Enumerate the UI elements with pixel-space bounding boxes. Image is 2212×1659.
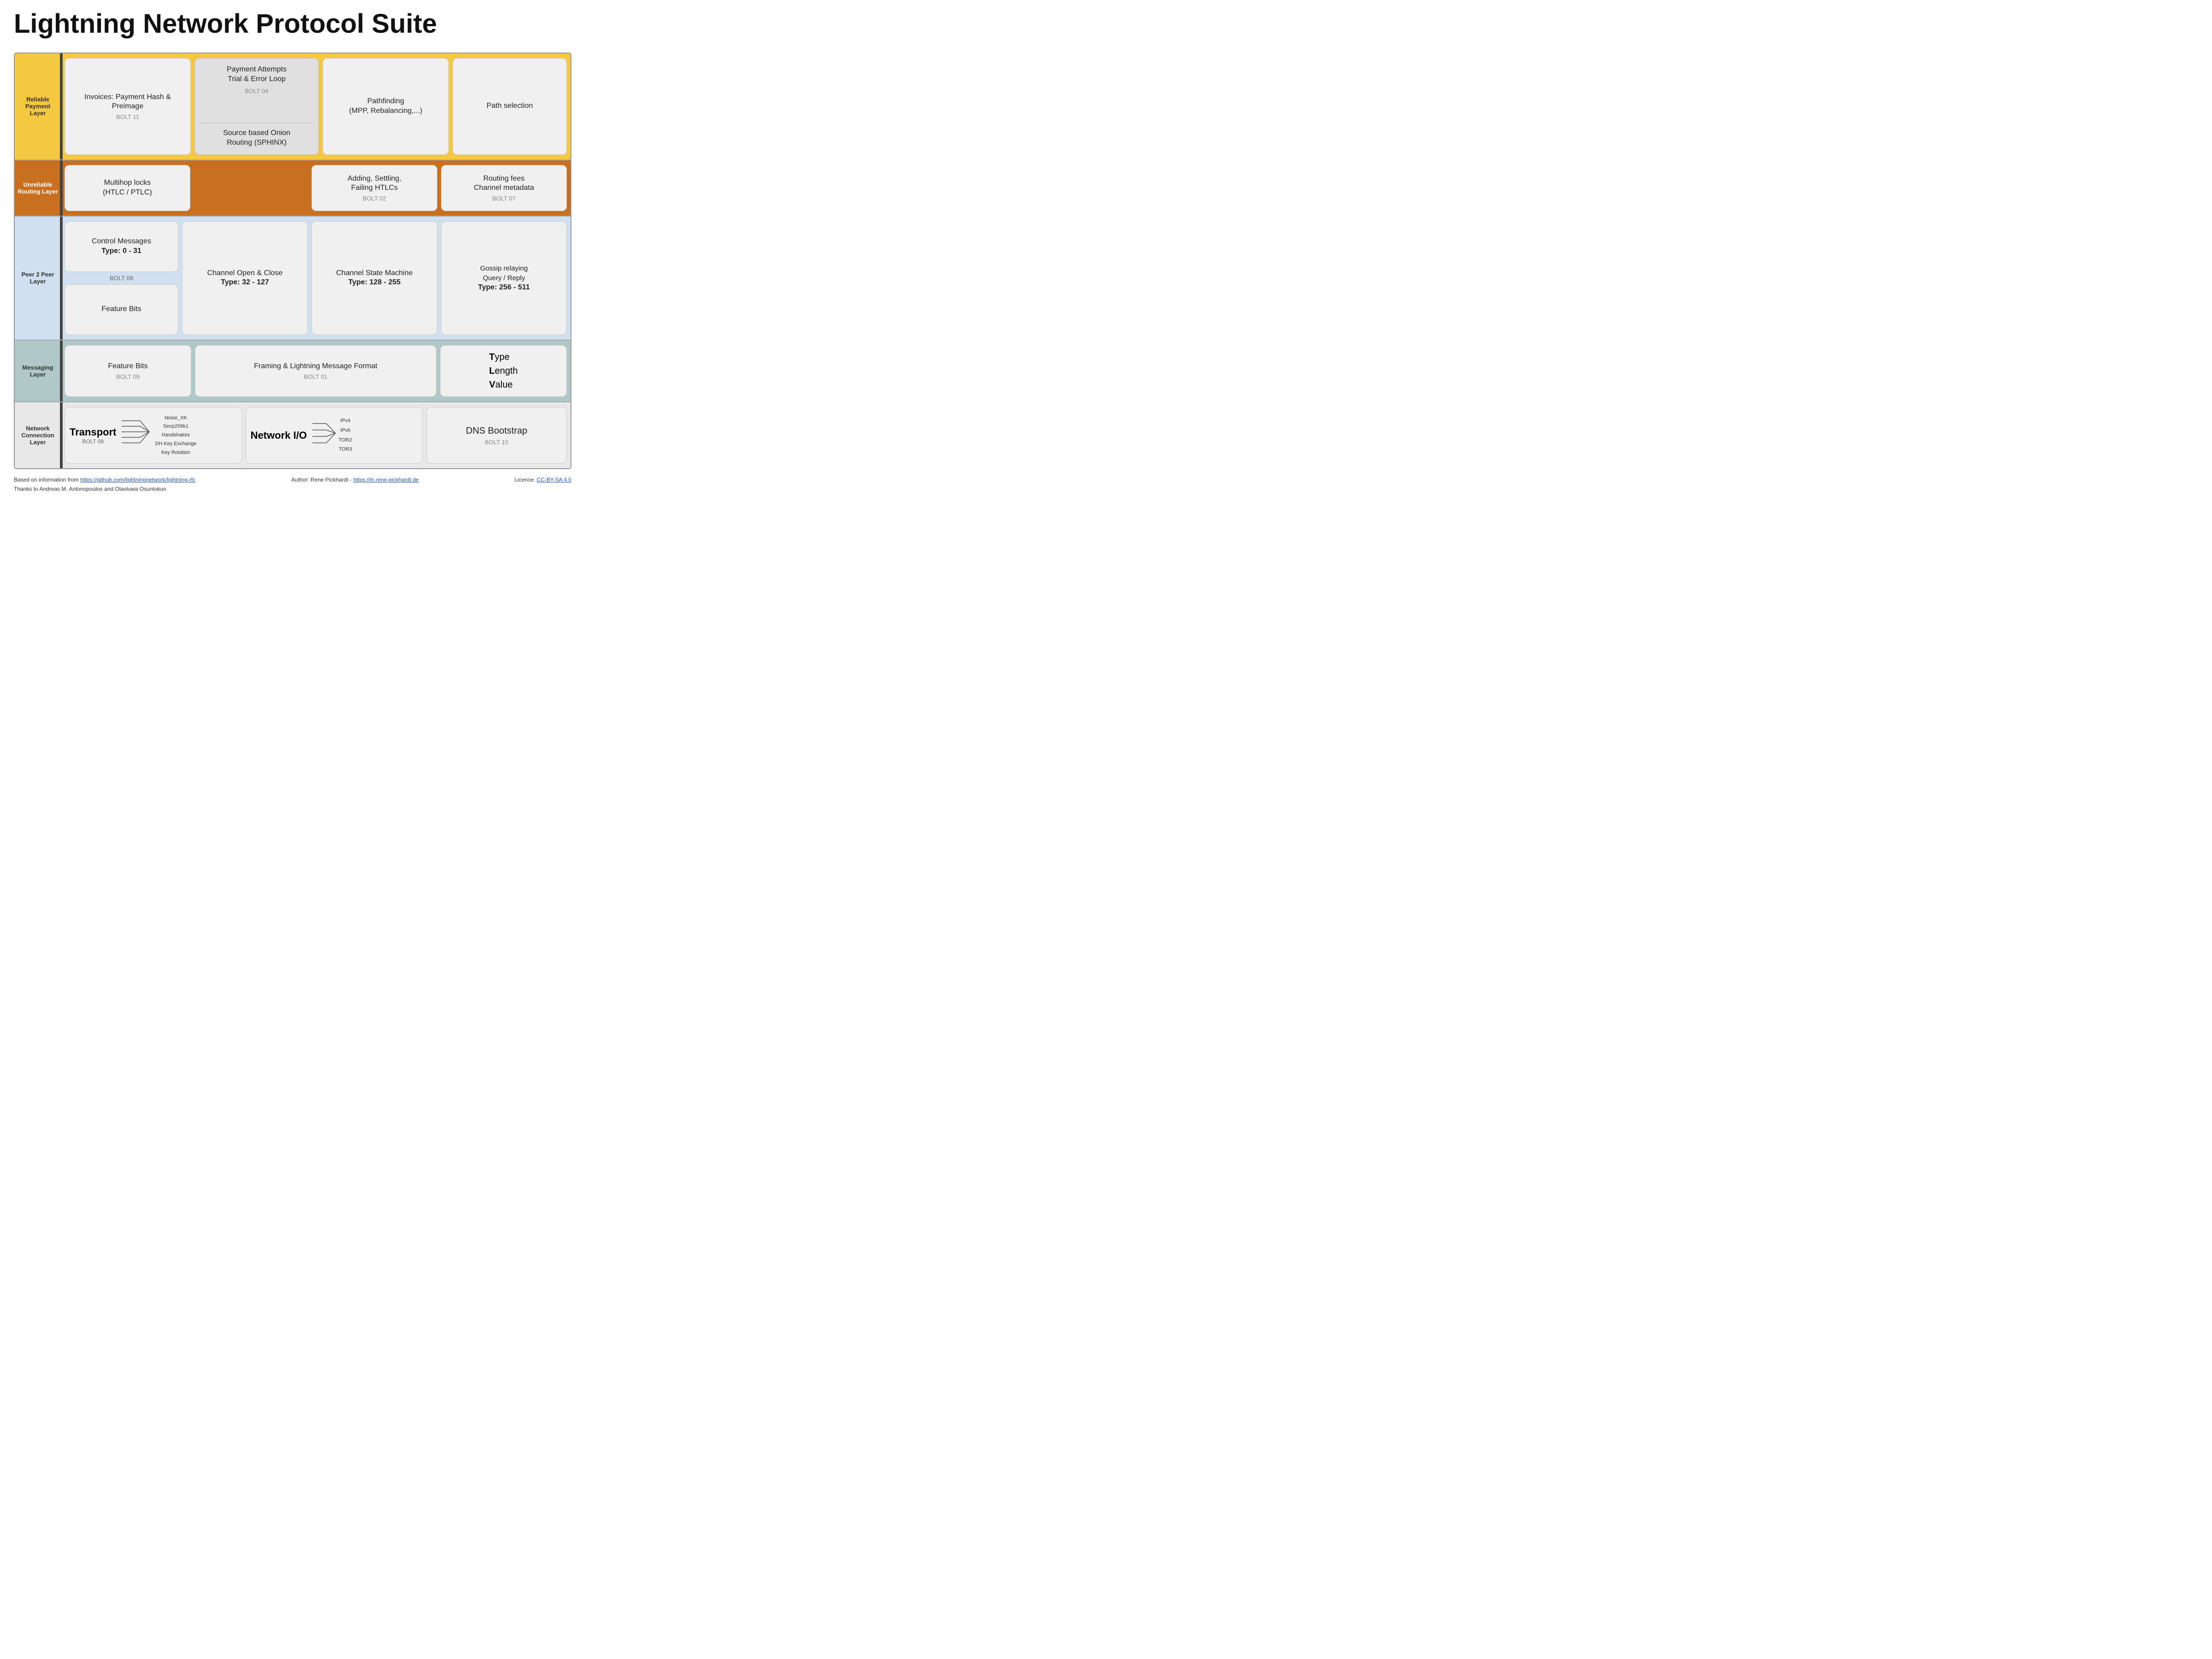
footer-row-1: Based on information from https://github… [14,477,571,483]
dns-bootstrap-card: DNS Bootstrap BOLT 10 [426,407,567,464]
author-link[interactable]: https://ln.rene-pickhardt.de [353,477,419,483]
routing-fees-card: Routing fees Channel metadata BOLT 07 [441,165,567,211]
network-layer-row: Network Connection Layer Transport BOLT … [15,402,571,468]
tlv-card: Type Length Value [440,345,567,397]
footer: Based on information from https://github… [14,477,571,492]
invoices-card: Invoices: Payment Hash & Preimage BOLT 1… [65,58,191,155]
licence-link[interactable]: CC-BY-SA 4.0 [536,477,571,483]
p2p-cards-row: Control Messages Type: 0 - 31 BOLT 09 Fe… [65,221,567,335]
messaging-layer-row: Messaging Layer Feature Bits BOLT 09 Fra… [15,341,571,402]
network-layer-label: Network Connection Layer [15,402,61,468]
page-title: Lightning Network Protocol Suite [14,9,571,39]
based-on-text: Based on information from https://github… [14,477,195,483]
p2p-layer-row: Peer 2 Peer Layer Control Messages Type:… [15,217,571,341]
framing-card: Framing & Lightning Message Format BOLT … [195,345,436,397]
multihop-card: Multihop locks (HTLC / PTLC) [65,165,190,211]
author-text: Author: Rene Pickhardt - https://ln.rene… [291,477,419,483]
feature-bits-p2p-card: Feature Bits [65,284,178,335]
feature-bits-messaging-card: Feature Bits BOLT 09 [65,345,191,397]
adding-settling-card: Adding, Settling, Failing HTLCs BOLT 02 [312,165,437,211]
path-selection-card: Path selection [453,58,567,155]
channel-state-card: Channel State Machine Type: 128 - 255 [312,221,437,335]
reliable-payment-row: Reliable Payment Layer Invoices: Payment… [15,53,571,160]
reliable-layer-label: Reliable Payment Layer [15,53,61,159]
gossip-card: Gossip relaying Query / Reply Type: 256 … [441,221,567,335]
based-on-link[interactable]: https://github.com/lightningnetwork/ligh… [80,477,195,483]
sphinx-spacer [194,165,308,211]
control-messages-card: Control Messages Type: 0 - 31 [65,221,178,272]
channel-open-card: Channel Open & Close Type: 32 - 127 [182,221,308,335]
messaging-layer-label: Messaging Layer [15,341,61,401]
bolt04-span-card: Payment Attempts Trial & Error Loop BOLT… [194,58,319,155]
unreliable-layer-label: Unreliable Routing Layer [15,160,61,216]
pathfinding-card: Pathfinding (MPP, Rebalancing,...) [323,58,449,155]
p2p-layer-label: Peer 2 Peer Layer [15,217,61,340]
network-io-card: Network I/O IPv4 IPv6 [246,407,423,464]
diagram: Reliable Payment Layer Invoices: Payment… [14,53,571,469]
transport-card: Transport BOLT 08 [65,407,242,464]
p2p-left-col: Control Messages Type: 0 - 31 BOLT 09 Fe… [65,221,178,335]
licence-text: Licence: CC-BY-SA 4.0 [514,477,571,483]
network-io-arrow: IPv4 IPv6 TOR2 TOR3 [312,416,352,455]
right-section: Path selection [453,58,567,155]
unreliable-routing-row: Unreliable Routing Layer Multihop locks … [15,160,571,217]
thanks-text: Thanks to Andreas M. Antonopoulos and Ol… [14,486,571,492]
transport-arrow: Noise_XK Secp256k1 Handshakes DH Key Exc… [122,414,196,457]
bolt09-label: BOLT 09 [65,275,178,282]
